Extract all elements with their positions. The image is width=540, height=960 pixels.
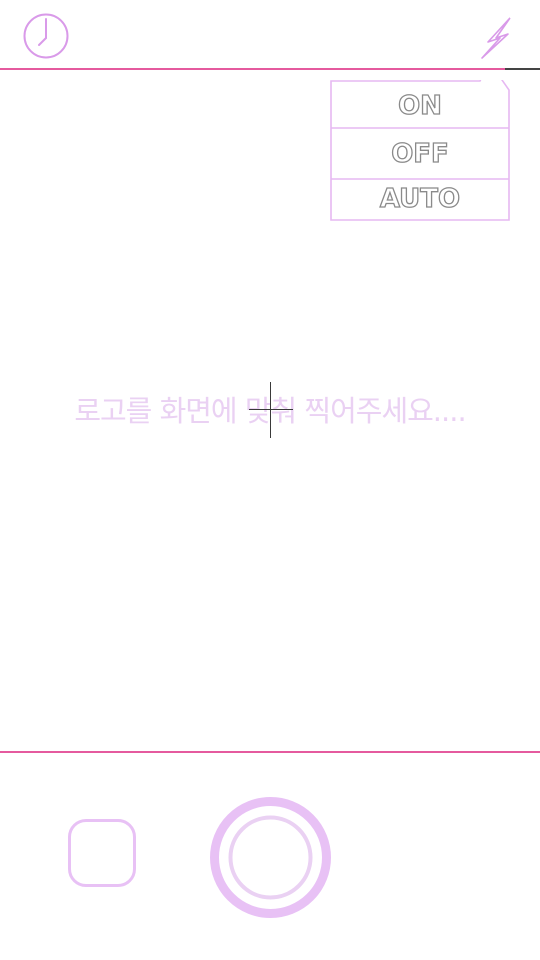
bottom-divider <box>0 751 540 753</box>
gallery-button[interactable] <box>68 819 136 887</box>
top-bar <box>0 0 540 70</box>
shutter-button[interactable] <box>208 795 333 920</box>
lightning-bolt-icon[interactable] <box>476 14 518 62</box>
crosshair-vertical <box>270 382 271 438</box>
camera-viewfinder[interactable]: 로고를 화면에 맞춰 찍어주세요.... <box>0 70 540 752</box>
shutter-ring-icon <box>210 797 331 918</box>
clock-icon[interactable] <box>22 12 70 60</box>
crosshair-horizontal <box>249 409 293 410</box>
